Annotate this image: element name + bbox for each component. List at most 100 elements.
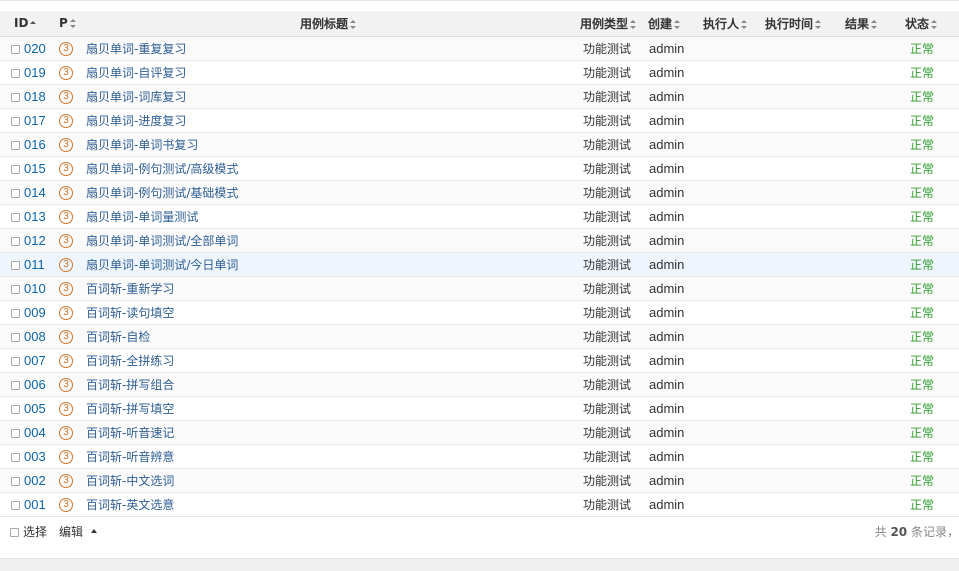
- row-checkbox[interactable]: [11, 476, 20, 486]
- case-title-link[interactable]: 百词斩-拼写组合: [86, 378, 174, 392]
- case-id-link[interactable]: 018: [24, 89, 46, 104]
- case-title-link[interactable]: 百词斩-拼写填空: [86, 402, 174, 416]
- row-checkbox[interactable]: [11, 116, 20, 126]
- row-title-cell: 百词斩-拼写填空: [82, 396, 574, 420]
- case-title-link[interactable]: 扇贝单词-例句测试/高级模式: [86, 162, 238, 176]
- table-row[interactable]: 011 3 扇贝单词-单词测试/今日单词 功能测试 admin 正常: [0, 252, 959, 276]
- case-title-link[interactable]: 扇贝单词-单词测试/全部单词: [86, 234, 238, 248]
- case-title-link[interactable]: 扇贝单词-单词书复习: [86, 138, 198, 152]
- case-title-link[interactable]: 扇贝单词-例句测试/基础模式: [86, 186, 238, 200]
- row-checkbox[interactable]: [11, 404, 20, 414]
- table-row[interactable]: 003 3 百词斩-听音辨意 功能测试 admin 正常: [0, 444, 959, 468]
- table-row[interactable]: 020 3 扇贝单词-重复复习 功能测试 admin 正常: [0, 36, 959, 60]
- case-title-link[interactable]: 扇贝单词-自评复习: [86, 66, 186, 80]
- batch-edit-button[interactable]: 编辑: [59, 523, 83, 540]
- row-checkbox[interactable]: [11, 44, 20, 54]
- table-row[interactable]: 006 3 百词斩-拼写组合 功能测试 admin 正常: [0, 372, 959, 396]
- row-checkbox[interactable]: [11, 500, 20, 510]
- row-checkbox[interactable]: [11, 452, 20, 462]
- table-row[interactable]: 015 3 扇贝单词-例句测试/高级模式 功能测试 admin 正常: [0, 156, 959, 180]
- case-id-link[interactable]: 002: [24, 473, 46, 488]
- row-extra-cell: [955, 108, 959, 132]
- col-header-priority[interactable]: P: [58, 11, 82, 37]
- case-id-link[interactable]: 009: [24, 305, 46, 320]
- case-id-link[interactable]: 016: [24, 137, 46, 152]
- case-title-link[interactable]: 百词斩-重新学习: [86, 282, 174, 296]
- case-id-link[interactable]: 017: [24, 113, 46, 128]
- col-header-creator[interactable]: 创建: [646, 11, 700, 37]
- col-header-title[interactable]: 用例标题: [82, 11, 574, 37]
- row-checkbox[interactable]: [11, 92, 20, 102]
- case-id-link[interactable]: 015: [24, 161, 46, 176]
- row-checkbox[interactable]: [11, 236, 20, 246]
- case-title-link[interactable]: 百词斩-英文选意: [86, 498, 174, 512]
- row-checkbox[interactable]: [11, 260, 20, 270]
- row-checkbox[interactable]: [11, 284, 20, 294]
- case-title-link[interactable]: 扇贝单词-单词测试/今日单词: [86, 258, 238, 272]
- col-header-result[interactable]: 结果: [840, 11, 900, 37]
- case-id-link[interactable]: 019: [24, 65, 46, 80]
- case-title-link[interactable]: 百词斩-听音速记: [86, 426, 174, 440]
- table-row[interactable]: 007 3 百词斩-全拼练习 功能测试 admin 正常: [0, 348, 959, 372]
- priority-badge: 3: [59, 258, 73, 272]
- case-title-link[interactable]: 扇贝单词-词库复习: [86, 90, 186, 104]
- row-checkbox[interactable]: [11, 428, 20, 438]
- case-title-link[interactable]: 百词斩-全拼练习: [86, 354, 174, 368]
- col-header-exec-time[interactable]: 执行时间: [762, 11, 840, 37]
- case-id-link[interactable]: 011: [24, 257, 45, 272]
- table-row[interactable]: 008 3 百词斩-自检 功能测试 admin 正常: [0, 324, 959, 348]
- col-header-id[interactable]: ID: [0, 11, 58, 37]
- row-checkbox[interactable]: [11, 308, 20, 318]
- table-row[interactable]: 017 3 扇贝单词-进度复习 功能测试 admin 正常: [0, 108, 959, 132]
- select-all-checkbox[interactable]: 选择: [10, 523, 47, 540]
- table-row[interactable]: 013 3 扇贝单词-单词量测试 功能测试 admin 正常: [0, 204, 959, 228]
- priority-badge: 3: [59, 210, 73, 224]
- case-id-link[interactable]: 005: [24, 401, 46, 416]
- case-id-link[interactable]: 008: [24, 329, 46, 344]
- table-row[interactable]: 010 3 百词斩-重新学习 功能测试 admin 正常: [0, 276, 959, 300]
- table-row[interactable]: 004 3 百词斩-听音速记 功能测试 admin 正常: [0, 420, 959, 444]
- case-title-link[interactable]: 百词斩-中文选词: [86, 474, 174, 488]
- table-row[interactable]: 016 3 扇贝单词-单词书复习 功能测试 admin 正常: [0, 132, 959, 156]
- row-checkbox[interactable]: [11, 188, 20, 198]
- row-checkbox[interactable]: [11, 164, 20, 174]
- row-checkbox[interactable]: [11, 140, 20, 150]
- row-checkbox[interactable]: [11, 356, 20, 366]
- case-id-link[interactable]: 012: [24, 233, 46, 248]
- case-id-link[interactable]: 007: [24, 353, 46, 368]
- col-header-type[interactable]: 用例类型: [574, 11, 646, 37]
- case-id-link[interactable]: 013: [24, 209, 46, 224]
- case-id-link[interactable]: 001: [24, 497, 46, 512]
- table-row[interactable]: 001 3 百词斩-英文选意 功能测试 admin 正常: [0, 492, 959, 516]
- case-title-link[interactable]: 百词斩-读句填空: [86, 306, 174, 320]
- table-row[interactable]: 012 3 扇贝单词-单词测试/全部单词 功能测试 admin 正常: [0, 228, 959, 252]
- case-id-link[interactable]: 010: [24, 281, 46, 296]
- caret-up-icon[interactable]: [91, 529, 97, 533]
- case-id-link[interactable]: 003: [24, 449, 46, 464]
- col-header-extra[interactable]: E: [955, 11, 959, 37]
- case-type: 功能测试: [583, 353, 632, 368]
- table-row[interactable]: 005 3 百词斩-拼写填空 功能测试 admin 正常: [0, 396, 959, 420]
- case-title-link[interactable]: 扇贝单词-进度复习: [86, 114, 186, 128]
- table-row[interactable]: 009 3 百词斩-读句填空 功能测试 admin 正常: [0, 300, 959, 324]
- case-title-link[interactable]: 扇贝单词-单词量测试: [86, 210, 198, 224]
- col-header-executor[interactable]: 执行人: [700, 11, 762, 37]
- case-title-link[interactable]: 百词斩-自检: [86, 330, 150, 344]
- table-row[interactable]: 019 3 扇贝单词-自评复习 功能测试 admin 正常: [0, 60, 959, 84]
- case-id-link[interactable]: 004: [24, 425, 46, 440]
- row-checkbox[interactable]: [11, 380, 20, 390]
- row-checkbox[interactable]: [11, 332, 20, 342]
- table-row[interactable]: 014 3 扇贝单词-例句测试/基础模式 功能测试 admin 正常: [0, 180, 959, 204]
- case-title-link[interactable]: 百词斩-听音辨意: [86, 450, 174, 464]
- row-extra-cell: [955, 324, 959, 348]
- table-row[interactable]: 002 3 百词斩-中文选词 功能测试 admin 正常: [0, 468, 959, 492]
- case-id-link[interactable]: 014: [24, 185, 46, 200]
- table-row[interactable]: 018 3 扇贝单词-词库复习 功能测试 admin 正常: [0, 84, 959, 108]
- row-checkbox[interactable]: [11, 212, 20, 222]
- col-header-status[interactable]: 状态: [900, 11, 955, 37]
- case-id-link[interactable]: 006: [24, 377, 46, 392]
- case-id-link[interactable]: 020: [24, 41, 46, 56]
- case-title-link[interactable]: 扇贝单词-重复复习: [86, 42, 186, 56]
- row-executor-cell: [700, 276, 762, 300]
- row-checkbox[interactable]: [11, 68, 20, 78]
